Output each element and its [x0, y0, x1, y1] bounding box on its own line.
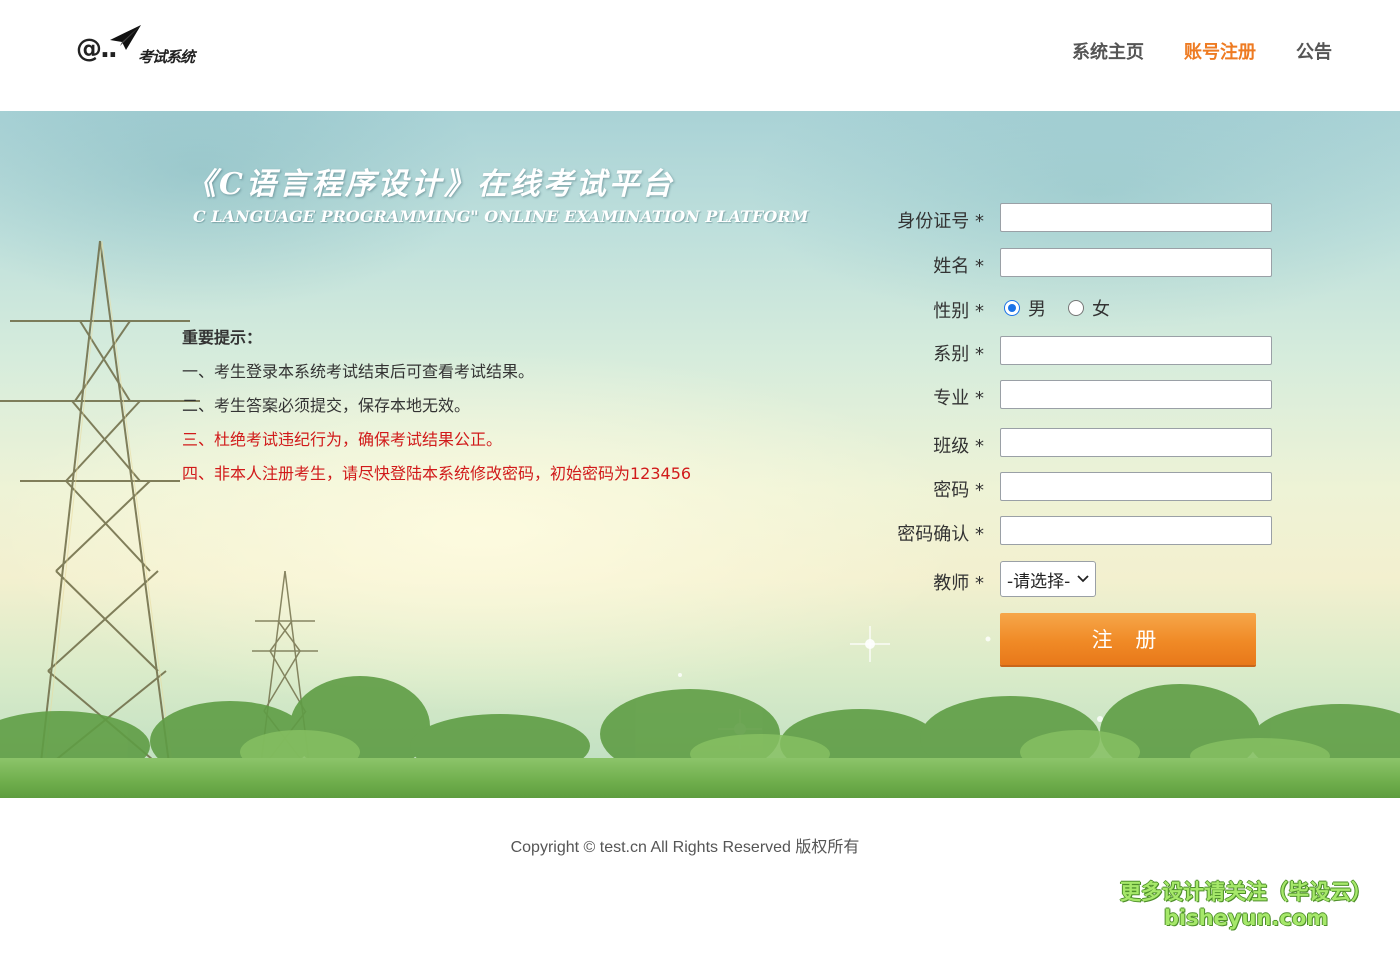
major-input[interactable] [1000, 380, 1272, 409]
row-id-number: 身份证号 * [880, 203, 1300, 233]
copyright-text: Copyright © test.cn All Rights Reserved … [510, 839, 860, 856]
id-number-label: 身份证号 * [897, 211, 984, 232]
row-gender: 性别 * 男 女 [880, 293, 1300, 323]
row-department: 系别 * [880, 336, 1300, 366]
gender-label: 性别 * [933, 301, 984, 322]
name-label: 姓名 * [933, 256, 984, 277]
nav-announcement[interactable]: 公告 [1296, 38, 1332, 64]
gender-male-radio[interactable] [1004, 300, 1020, 316]
header: @.. 考试系统 系统主页 账号注册 公告 [0, 0, 1400, 111]
notice-item: 二、考生答案必须提交，保存本地无效。 [182, 396, 471, 415]
notice-block: 重要提示： 一、考生登录本系统考试结束后可查看考试结果。 二、考生答案必须提交，… [182, 321, 691, 491]
row-major: 专业 * [880, 380, 1300, 410]
logo[interactable]: @.. 考试系统 [76, 22, 218, 68]
teacher-label: 教师 * [933, 573, 984, 594]
row-name: 姓名 * [880, 248, 1300, 278]
banner: 《C语言程序设计》在线考试平台 C LANGUAGE PROGRAMMING" … [0, 111, 1400, 798]
nav-register[interactable]: 账号注册 [1184, 38, 1256, 64]
password-input[interactable] [1000, 472, 1272, 501]
department-label: 系别 * [933, 344, 984, 365]
gender-male-label[interactable]: 男 [1028, 295, 1046, 321]
main-nav: 系统主页 账号注册 公告 [1072, 38, 1332, 64]
register-button[interactable]: 注 册 [1000, 613, 1256, 665]
gender-female-radio[interactable] [1068, 300, 1084, 316]
notice-heading: 重要提示： [182, 328, 263, 347]
row-submit: 注 册 [880, 613, 1300, 665]
notice-item: 四、非本人注册考生，请尽快登陆本系统修改密码，初始密码为123456 [182, 464, 692, 483]
watermark-line: 更多设计请关注（毕设云） [1120, 880, 1372, 904]
department-input[interactable] [1000, 336, 1272, 365]
id-number-input[interactable] [1000, 203, 1272, 232]
password-confirm-input[interactable] [1000, 516, 1272, 545]
paper-plane-icon [110, 25, 141, 50]
chevron-down-icon [1077, 575, 1089, 583]
teacher-select[interactable]: -请选择- [1000, 561, 1096, 597]
platform-subtitle: C LANGUAGE PROGRAMMING" ONLINE EXAMINATI… [193, 207, 809, 226]
teacher-select-value: -请选择- [1007, 571, 1071, 592]
password-confirm-label: 密码确认 * [897, 524, 984, 545]
watermark-url: bisheyun.com [1163, 906, 1329, 930]
class-input[interactable] [1000, 428, 1272, 457]
row-teacher: 教师 * -请选择- [880, 561, 1300, 597]
grass-strip [0, 758, 1400, 798]
platform-title: 《C语言程序设计》在线考试平台 [186, 167, 675, 202]
notice-item: 三、杜绝考试违纪行为，确保考试结果公正。 [182, 430, 503, 449]
gender-radio-group: 男 女 [1004, 295, 1124, 321]
nav-home[interactable]: 系统主页 [1072, 38, 1144, 64]
name-input[interactable] [1000, 248, 1272, 277]
row-password-confirm: 密码确认 * [880, 516, 1300, 546]
password-label: 密码 * [933, 480, 984, 501]
row-class: 班级 * [880, 428, 1300, 458]
class-label: 班级 * [933, 436, 984, 457]
row-password: 密码 * [880, 472, 1300, 502]
major-label: 专业 * [933, 388, 984, 409]
watermark: 更多设计请关注（毕设云） bisheyun.com [1120, 876, 1372, 930]
notice-item: 一、考生登录本系统考试结束后可查看考试结果。 [182, 362, 535, 381]
gender-female-label[interactable]: 女 [1092, 295, 1110, 321]
logo-text: 考试系统 [138, 48, 195, 66]
